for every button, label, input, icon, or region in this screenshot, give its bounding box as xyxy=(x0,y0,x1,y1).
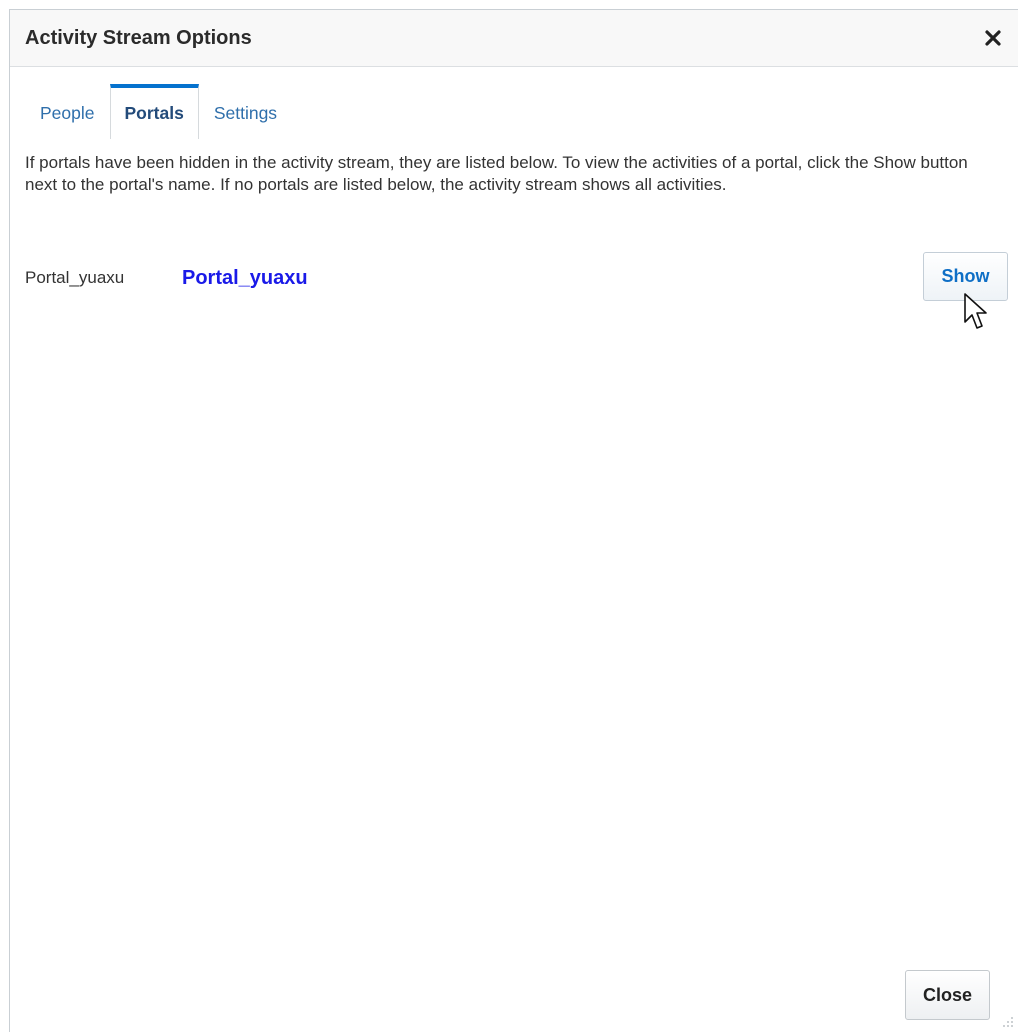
tab-bar: People Portals Settings xyxy=(25,84,292,139)
tab-people-label: People xyxy=(40,103,95,123)
resize-grip-icon[interactable] xyxy=(1002,1016,1014,1028)
portals-description: If portals have been hidden in the activ… xyxy=(25,153,968,194)
close-button[interactable]: Close xyxy=(905,970,990,1020)
close-x-glyph xyxy=(985,30,1001,46)
tab-settings[interactable]: Settings xyxy=(199,84,292,139)
tab-settings-label: Settings xyxy=(213,103,278,123)
portal-link[interactable]: Portal_yuaxu xyxy=(182,267,308,290)
hidden-portal-row: Portal_yuaxu Portal_yuaxu Show xyxy=(25,252,1018,304)
close-icon[interactable] xyxy=(980,23,1006,53)
dialog-header: Activity Stream Options xyxy=(10,10,1018,67)
mouse-pointer-icon xyxy=(964,293,987,329)
tab-portals[interactable]: Portals xyxy=(109,84,199,139)
tab-people[interactable]: People xyxy=(25,84,110,139)
dialog-title: Activity Stream Options xyxy=(25,27,252,49)
activity-stream-options-dialog: Activity Stream Options People Portals S… xyxy=(9,9,1018,1032)
tab-portals-label: Portals xyxy=(124,103,184,123)
portal-name: Portal_yuaxu xyxy=(25,268,125,287)
